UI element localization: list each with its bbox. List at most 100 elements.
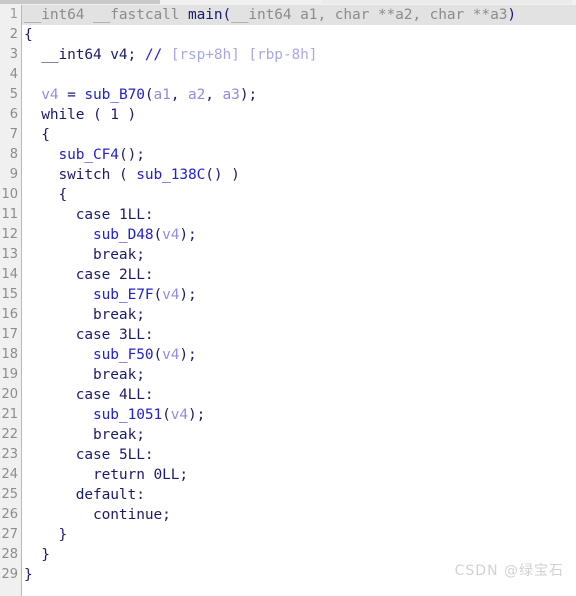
line-number: 25 xyxy=(1,487,18,502)
code-line-content[interactable]: sub_E7F(v4); xyxy=(22,285,576,305)
top-strip-active-segment[interactable] xyxy=(0,0,160,4)
code-line-content[interactable]: switch ( sub_138C() ) xyxy=(22,165,576,185)
line-number: 21 xyxy=(1,407,18,422)
code-line[interactable]: 18 sub_F50(v4); xyxy=(0,345,576,365)
code-line-content[interactable]: __int64 v4; // [rsp+8h] [rbp-8h] xyxy=(22,45,576,65)
code-line[interactable]: 25 default: xyxy=(0,485,576,505)
token-punct: (); xyxy=(118,147,145,163)
token-func: sub_138C xyxy=(136,167,206,183)
code-line[interactable]: 11 case 1LL: xyxy=(0,205,576,225)
line-number: 13 xyxy=(1,247,18,262)
code-line-content[interactable]: sub_F50(v4); xyxy=(22,345,576,365)
code-line-content[interactable]: break; xyxy=(22,365,576,385)
code-tokens: sub_CF4(); xyxy=(22,147,145,163)
code-line[interactable]: 13 break; xyxy=(0,245,576,265)
code-line[interactable]: 14 case 2LL: xyxy=(0,265,576,285)
token-punct: ( xyxy=(162,407,171,423)
token-plain: 5LL: xyxy=(110,447,154,463)
code-line-content[interactable]: case 5LL: xyxy=(22,445,576,465)
line-number: 19 xyxy=(1,367,18,382)
code-line[interactable]: 20 case 4LL: xyxy=(0,385,576,405)
code-line[interactable]: 23 case 5LL: xyxy=(0,445,576,465)
code-editor[interactable]: 1 __int64 __fastcall main(__int64 a1, cha… xyxy=(0,5,576,596)
token-punct: } xyxy=(24,527,68,543)
code-line[interactable]: 21 sub_1051(v4); xyxy=(0,405,576,425)
line-number: 24 xyxy=(1,467,18,482)
code-line-content[interactable] xyxy=(22,65,576,85)
token-kw: case xyxy=(75,267,111,283)
token-plain: = xyxy=(58,87,85,103)
line-number: 3 xyxy=(9,47,18,62)
token-var: a2 xyxy=(188,87,206,103)
code-line[interactable]: 16 break; xyxy=(0,305,576,325)
code-line-content[interactable]: sub_CF4(); xyxy=(22,145,576,165)
code-tokens: case 3LL: xyxy=(22,327,154,343)
code-line-content[interactable]: default: xyxy=(22,485,576,505)
code-line-content[interactable]: { xyxy=(22,25,576,45)
code-line-content[interactable]: while ( 1 ) xyxy=(22,105,576,125)
code-line-content[interactable]: break; xyxy=(22,425,576,445)
token-plain: 2LL: xyxy=(110,267,154,283)
code-line[interactable]: 5 v4 = sub_B70(a1, a2, a3); xyxy=(0,85,576,105)
token-comment: // xyxy=(144,47,171,63)
code-line[interactable]: 4 xyxy=(0,65,576,85)
code-tokens: sub_D48(v4); xyxy=(22,227,197,243)
code-rows: 1 __int64 __fastcall main(__int64 a1, cha… xyxy=(0,5,576,585)
code-line[interactable]: 3 __int64 v4; // [rsp+8h] [rbp-8h] xyxy=(0,45,576,65)
token-punct: { xyxy=(24,27,33,43)
code-tokens: sub_F50(v4); xyxy=(22,347,197,363)
code-line-content[interactable]: __int64 __fastcall main(__int64 a1, char… xyxy=(22,5,576,25)
code-tokens: break; xyxy=(22,307,145,323)
code-line[interactable]: 15 sub_E7F(v4); xyxy=(0,285,576,305)
code-line-content[interactable]: { xyxy=(22,185,576,205)
token-kw: case xyxy=(75,207,111,223)
code-line-content[interactable]: break; xyxy=(22,305,576,325)
token-kw: case xyxy=(75,387,111,403)
token-plain: 4LL: xyxy=(110,387,154,403)
code-line-content[interactable]: break; xyxy=(22,245,576,265)
token-commtxt: [rsp+8h] [rbp-8h] xyxy=(170,47,318,63)
code-line[interactable]: 22 break; xyxy=(0,425,576,445)
line-number: 10 xyxy=(1,187,18,202)
code-line-content[interactable]: return 0LL; xyxy=(22,465,576,485)
token-punct: ); xyxy=(239,87,258,103)
code-line[interactable]: 2{ xyxy=(0,25,576,45)
code-tokens xyxy=(22,67,24,83)
code-line[interactable]: 19 break; xyxy=(0,365,576,385)
token-plain: , xyxy=(170,87,189,103)
code-line[interactable]: 26 continue; xyxy=(0,505,576,525)
code-line[interactable]: 24 return 0LL; xyxy=(0,465,576,485)
code-line-content[interactable]: case 3LL: xyxy=(22,325,576,345)
code-line[interactable]: 17 case 3LL: xyxy=(0,325,576,345)
code-line-content[interactable]: v4 = sub_B70(a1, a2, a3); xyxy=(22,85,576,105)
line-number: 6 xyxy=(9,107,18,122)
token-type: __int64 __fastcall xyxy=(24,7,188,23)
code-line-content[interactable]: sub_1051(v4); xyxy=(22,405,576,425)
code-line-content[interactable]: } xyxy=(22,525,576,545)
code-tokens: break; xyxy=(22,427,145,443)
code-line[interactable]: 27 } xyxy=(0,525,576,545)
token-punct: ); xyxy=(179,347,197,363)
code-line[interactable]: 10 { xyxy=(0,185,576,205)
line-number: 5 xyxy=(9,87,18,102)
code-line[interactable]: 6 while ( 1 ) xyxy=(0,105,576,125)
code-line-content[interactable]: case 1LL: xyxy=(22,205,576,225)
code-line-content[interactable]: sub_D48(v4); xyxy=(22,225,576,245)
code-line[interactable]: 9 switch ( sub_138C() ) xyxy=(0,165,576,185)
code-line[interactable]: 7 { xyxy=(0,125,576,145)
code-line[interactable]: 8 sub_CF4(); xyxy=(0,145,576,165)
code-tokens: } xyxy=(22,527,68,543)
code-line-content[interactable]: { xyxy=(22,125,576,145)
code-line-content[interactable]: continue; xyxy=(22,505,576,525)
code-line-content[interactable]: case 2LL: xyxy=(22,265,576,285)
code-line-content[interactable]: case 4LL: xyxy=(22,385,576,405)
code-line[interactable]: 1 __int64 __fastcall main(__int64 a1, cha… xyxy=(0,5,576,25)
top-strip-inactive-segment[interactable] xyxy=(322,0,572,4)
pseudocode-window: 1 __int64 __fastcall main(__int64 a1, cha… xyxy=(0,0,576,596)
token-plain: ( xyxy=(110,167,137,183)
code-line[interactable]: 12 sub_D48(v4); xyxy=(0,225,576,245)
